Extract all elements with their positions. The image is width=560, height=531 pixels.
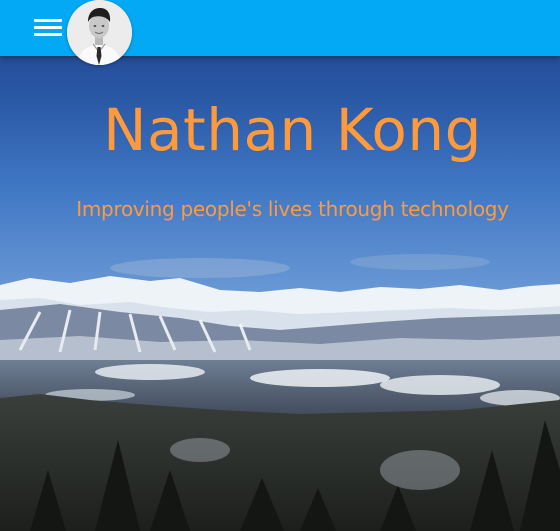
hero-title: Nathan Kong <box>103 96 482 164</box>
hero-background-image <box>0 0 560 531</box>
avatar[interactable] <box>67 0 132 65</box>
menu-button[interactable] <box>26 12 70 44</box>
profile-photo <box>67 0 132 65</box>
hamburger-menu-icon-line <box>34 33 62 36</box>
hamburger-menu-icon <box>34 19 62 22</box>
hamburger-menu-icon-line <box>34 26 62 29</box>
hero-subtitle: Improving people's lives through technol… <box>76 197 509 221</box>
